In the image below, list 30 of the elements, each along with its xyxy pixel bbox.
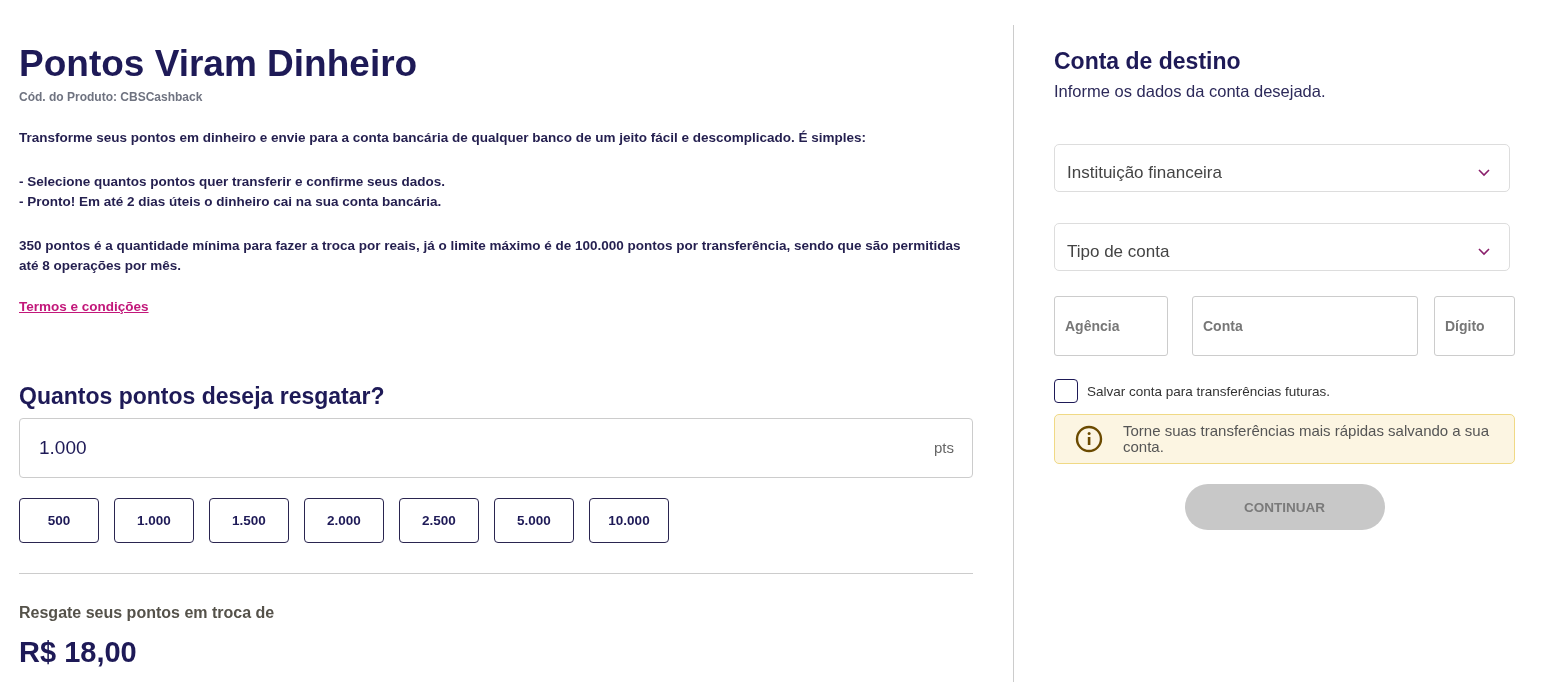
- unit-label: pts: [934, 439, 954, 456]
- checkbox-label: Salvar conta para transferências futuras.: [1087, 383, 1331, 399]
- result-label: Resgate seus pontos em troca de: [19, 604, 276, 622]
- section-heading: Conta de destino: [1054, 47, 1242, 76]
- select-field[interactable]: Tipo de conta: [1054, 223, 1510, 271]
- preset-button[interactable]: 2.000: [304, 498, 384, 543]
- preset-button[interactable]: 500: [19, 498, 99, 543]
- preset-button[interactable]: 2.500: [399, 498, 479, 543]
- preset-button[interactable]: 5.000: [494, 498, 574, 543]
- page-title: Pontos Viram Dinheiro: [19, 42, 419, 86]
- preset-button[interactable]: 1.000: [114, 498, 194, 543]
- chevron-down-icon: [1478, 248, 1490, 256]
- terms-link[interactable]: Termos e condições: [19, 299, 149, 314]
- subtitle-text: Informe os dados da conta desejada.: [1054, 82, 1327, 101]
- section-heading: Quantos pontos deseja resgatar?: [19, 382, 386, 410]
- description-text: - Selecione quantos pontos quer transferir e confirme seus dados. - Pronto! Em até 2 dias úteis o dinheiro cai na sua conta bancária.: [19, 173, 447, 211]
- info-icon: [1075, 425, 1103, 453]
- result-amount: R$ 18,00: [19, 636, 138, 669]
- preset-button[interactable]: 10.000: [589, 498, 669, 543]
- product-code: Cód. do Produto: CBSCashback: [19, 90, 204, 104]
- input-field[interactable]: Dígito: [1434, 296, 1515, 356]
- chevron-down-icon: [1478, 169, 1490, 177]
- description-text: Transforme seus pontos em dinheiro e envie para a conta bancária de qualquer banco de um jeito fácil e descomplicado. É simples:: [19, 129, 867, 147]
- notice-text: Torne suas transferências mais rápidas salvando a sua conta.: [1123, 423, 1491, 455]
- preset-button[interactable]: 1.500: [209, 498, 289, 543]
- checkbox[interactable]: [1054, 379, 1078, 403]
- select-field[interactable]: Instituição financeira: [1054, 144, 1510, 192]
- input-field[interactable]: Conta: [1192, 296, 1418, 356]
- description-text: 350 pontos é a quantidade mínima para fazer a troca por reais, já o limite máximo é de 100.000 pontos por transferência, sendo que são permitidas até 8 operações por mês.: [19, 237, 962, 275]
- input-field[interactable]: Agência: [1054, 296, 1168, 356]
